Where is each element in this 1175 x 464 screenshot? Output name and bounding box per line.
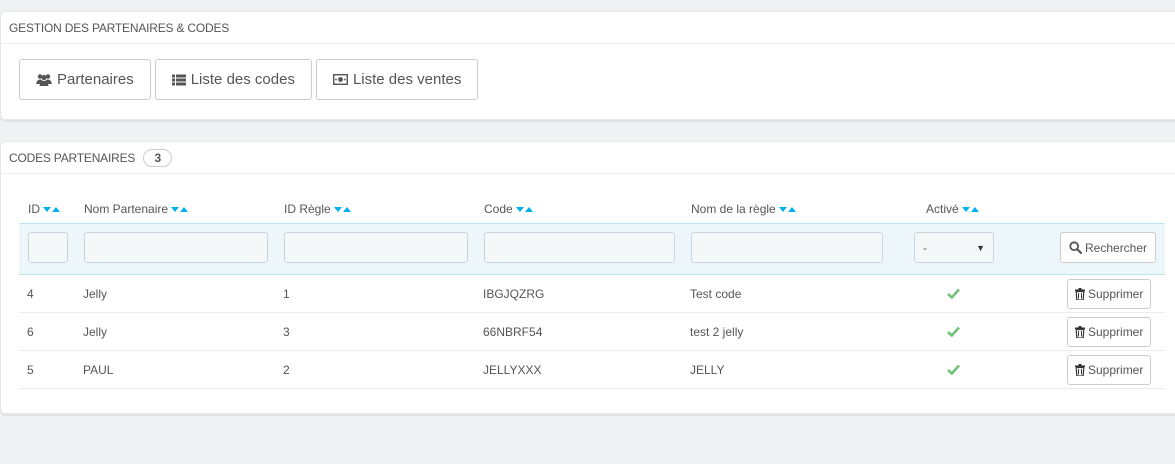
filter-code-input[interactable] [484,232,675,263]
check-icon [947,288,960,299]
cell-rule-name: JELLY [690,363,725,377]
cell-partner: Jelly [83,325,108,339]
sort-arrows-icon[interactable] [333,206,351,212]
trash-icon [1075,326,1085,338]
nav-button-group: Partenaires Liste des codes Liste des ve… [19,59,479,100]
users-icon [36,74,52,86]
table-header: ID Nom Partenaire ID Règle Code Nom de l… [1,196,1175,224]
column-header-code[interactable]: Code [484,202,533,216]
codes-list-button-label: Liste des codes [190,71,295,88]
delete-button[interactable]: Supprimer [1067,279,1152,309]
cell-rule-id: 2 [283,363,290,377]
search-button[interactable]: Rechercher [1060,232,1157,263]
sales-list-button-label: Liste des ventes [352,71,462,88]
partners-management-panel: GESTION DES PARTENAIRES & CODES Partenai… [0,11,1175,120]
panel-title: GESTION DES PARTENAIRES & CODES [9,20,230,35]
filter-active-select[interactable]: - ▼ [914,232,994,263]
column-header-active[interactable]: Activé [926,202,979,216]
sort-arrows-icon[interactable] [961,206,979,212]
delete-button[interactable]: Supprimer [1067,355,1152,385]
sort-arrows-icon[interactable] [778,206,796,212]
codes-list-button[interactable]: Liste des codes [154,59,312,100]
sort-arrows-icon[interactable] [171,206,189,212]
partner-codes-panel: CODES PARTENAIRES 3 ID Nom Partenaire ID… [0,141,1175,414]
cell-rule-id: 3 [283,325,290,339]
partners-button[interactable]: Partenaires [19,59,151,100]
column-header-rule-id[interactable]: ID Règle [284,202,351,216]
cell-id: 6 [27,325,34,339]
filter-rule-id-input[interactable] [284,232,468,263]
trash-icon [1075,288,1085,300]
trash-icon [1075,364,1085,376]
table-row: 4 Jelly 1 IBGJQZRG Test code Supprimer [19,275,1165,313]
table-row: 6 Jelly 3 66NBRF54 test 2 jelly Supprime… [19,313,1165,351]
panel-heading: CODES PARTENAIRES 3 [1,142,1175,174]
check-icon [947,326,960,337]
cell-code: 66NBRF54 [483,325,543,339]
filter-partner-input[interactable] [84,232,268,263]
table-row: 5 PAUL 2 JELLYXXX JELLY Supprimer [19,351,1165,389]
delete-button[interactable]: Supprimer [1067,317,1152,347]
cell-partner: Jelly [83,287,108,301]
check-icon [947,364,960,375]
count-badge: 3 [143,148,173,167]
search-icon [1069,241,1082,254]
sales-list-button[interactable]: Liste des ventes [315,59,479,100]
cell-id: 5 [27,363,34,377]
sort-arrows-icon[interactable] [515,206,533,212]
cell-code: IBGJQZRG [483,287,545,301]
column-header-partner[interactable]: Nom Partenaire [84,202,189,216]
money-icon [332,74,348,85]
filter-rule-name-input[interactable] [691,232,883,263]
partners-button-label: Partenaires [57,71,134,88]
panel-heading: GESTION DES PARTENAIRES & CODES [1,12,1175,44]
caret-down-icon: ▼ [976,242,985,253]
column-header-rule-name[interactable]: Nom de la règle [691,202,796,216]
list-icon [171,74,186,85]
cell-rule-name: test 2 jelly [690,325,744,339]
cell-rule-id: 1 [283,287,290,301]
cell-code: JELLYXXX [483,363,542,377]
column-header-id[interactable]: ID [28,202,60,216]
cell-rule-name: Test code [690,287,742,301]
sort-arrows-icon[interactable] [43,206,60,212]
filter-row: - ▼ Rechercher [19,223,1165,275]
panel-title: CODES PARTENAIRES [9,150,136,165]
cell-partner: PAUL [83,363,114,377]
cell-id: 4 [27,287,34,301]
filter-id-input[interactable] [28,232,68,263]
